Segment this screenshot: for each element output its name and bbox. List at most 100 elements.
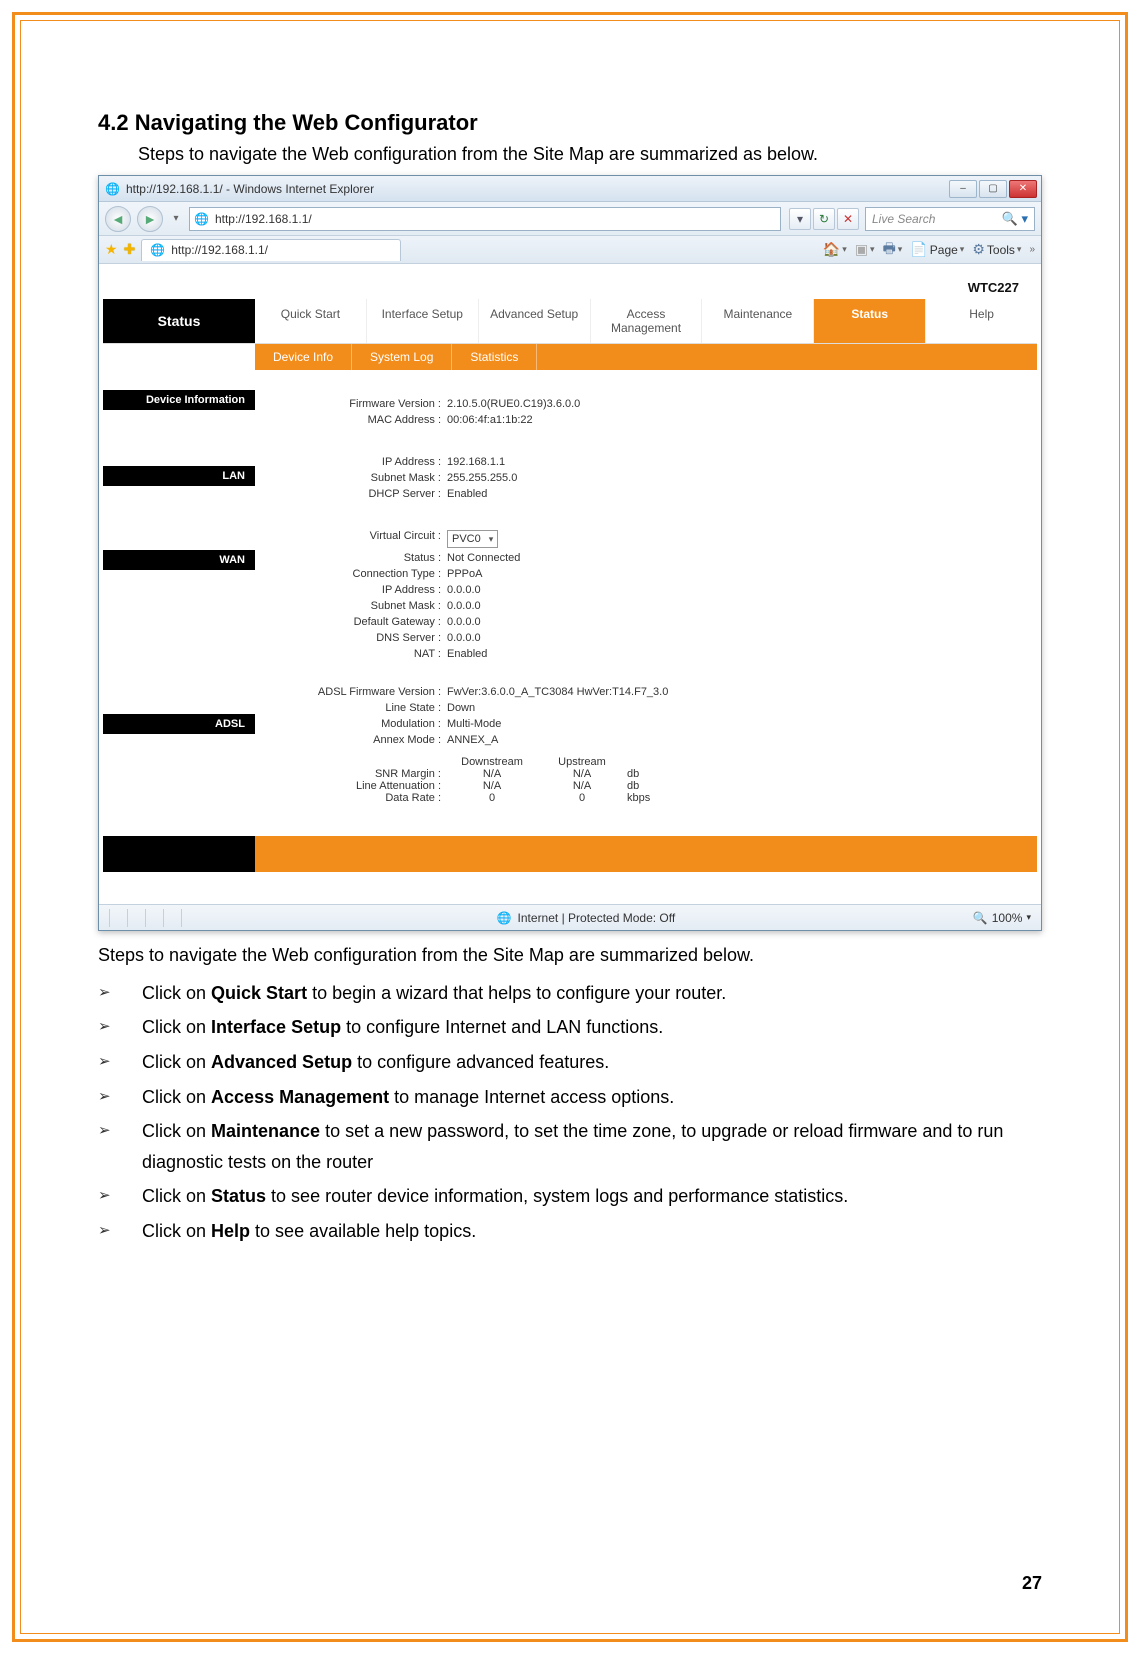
- tools-label: Tools: [987, 243, 1015, 257]
- toolbar-chevron-icon[interactable]: »: [1029, 244, 1035, 255]
- add-favorites-icon[interactable]: ✚: [124, 241, 136, 258]
- block-device-info: Firmware Version :2.10.5.0(RUE0.C19)3.6.…: [255, 396, 1027, 428]
- value-firmware-version: 2.10.5.0(RUE0.C19)3.6.0.0: [447, 398, 1027, 410]
- tab-status[interactable]: Status: [814, 299, 926, 343]
- address-dropdown-button[interactable]: ▾: [789, 208, 811, 230]
- unit-rate: kbps: [627, 792, 677, 804]
- block-adsl: ADSL Firmware Version :FwVer:3.6.0.0_A_T…: [255, 684, 1027, 804]
- value-modulation: Multi-Mode: [447, 718, 1027, 730]
- address-bar[interactable]: 🌐: [189, 207, 781, 231]
- label-default-gateway: Default Gateway :: [255, 616, 447, 628]
- label-modulation: Modulation :: [255, 718, 447, 730]
- label-snr-margin: SNR Margin :: [255, 768, 447, 780]
- address-input[interactable]: [215, 212, 776, 226]
- step-text: Click on Access Management to manage Int…: [142, 1082, 1042, 1113]
- info-column: Firmware Version :2.10.5.0(RUE0.C19)3.6.…: [255, 370, 1037, 824]
- internet-zone-icon: 🌐: [497, 911, 512, 925]
- block-wan: Virtual Circuit : PVC0 ▾ Status :Not Con…: [255, 528, 1027, 662]
- feeds-button[interactable]: ▣▾: [855, 241, 875, 258]
- tools-menu[interactable]: ⚙Tools ▾: [972, 241, 1021, 258]
- subtab-device-info[interactable]: Device Info: [255, 344, 352, 370]
- step-text: Click on Help to see available help topi…: [142, 1216, 1042, 1247]
- chevron-down-icon: ▾: [489, 534, 494, 545]
- step-bold: Help: [211, 1221, 250, 1241]
- router-body: Device Information LAN WAN ADSL Firmware…: [103, 370, 1037, 824]
- value-lan-ip: 192.168.1.1: [447, 456, 1027, 468]
- search-box[interactable]: Live Search 🔍 ▾: [865, 207, 1035, 231]
- step-bold: Access Management: [211, 1087, 389, 1107]
- maximize-button[interactable]: ▢: [979, 180, 1007, 198]
- tab-help[interactable]: Help: [926, 299, 1037, 343]
- step-text: Click on Interface Setup to configure In…: [142, 1012, 1042, 1043]
- unit-atten: db: [627, 780, 677, 792]
- tab-interface-setup[interactable]: Interface Setup: [367, 299, 479, 343]
- print-icon: 🖶: [883, 238, 896, 262]
- subtab-statistics[interactable]: Statistics: [452, 344, 537, 370]
- bullet-icon: ➢: [98, 1082, 142, 1113]
- steps-list: ➢Click on Quick Start to begin a wizard …: [98, 978, 1042, 1247]
- value-mac-address: 00:06:4f:a1:1b:22: [447, 414, 1027, 426]
- step-item: ➢Click on Quick Start to begin a wizard …: [98, 978, 1042, 1009]
- bullet-icon: ➢: [98, 1181, 142, 1212]
- zoom-dropdown[interactable]: ▾: [1026, 912, 1031, 923]
- tab-quick-start[interactable]: Quick Start: [255, 299, 367, 343]
- stop-button[interactable]: ✕: [837, 208, 859, 230]
- step-bold: Status: [211, 1186, 266, 1206]
- value-default-gateway: 0.0.0.0: [447, 616, 1027, 628]
- label-line-state: Line State :: [255, 702, 447, 714]
- label-lan-subnet: Subnet Mask :: [255, 472, 447, 484]
- step-text: Click on Status to see router device inf…: [142, 1181, 1042, 1212]
- value-wan-ip: 0.0.0.0: [447, 584, 1027, 596]
- adsl-stats-table: Downstream Upstream SNR Margin : N/A N/A…: [255, 756, 1027, 804]
- gear-icon: ⚙: [972, 241, 985, 258]
- bullet-icon: ➢: [98, 1012, 142, 1043]
- step-bold: Interface Setup: [211, 1017, 341, 1037]
- search-icon[interactable]: 🔍 ▾: [1002, 211, 1028, 227]
- tab-access-management[interactable]: Access Management: [591, 299, 703, 343]
- label-virtual-circuit: Virtual Circuit :: [255, 530, 447, 548]
- close-button[interactable]: ✕: [1009, 180, 1037, 198]
- browser-tab[interactable]: 🌐 http://192.168.1.1/: [141, 239, 401, 261]
- tab-maintenance[interactable]: Maintenance: [702, 299, 814, 343]
- val-snr-up: N/A: [537, 768, 627, 780]
- val-atten-down: N/A: [447, 780, 537, 792]
- section-device-info: Device Information: [103, 390, 255, 410]
- tab-advanced-setup[interactable]: Advanced Setup: [479, 299, 591, 343]
- bullet-icon: ➢: [98, 1047, 142, 1078]
- bullet-icon: ➢: [98, 978, 142, 1009]
- print-button[interactable]: 🖶▾: [883, 238, 903, 262]
- unit-snr: db: [627, 768, 677, 780]
- ie-tab-row: ★ ✚ 🌐 http://192.168.1.1/ 🏠▾ ▣▾ 🖶▾ 📄Page…: [99, 236, 1041, 264]
- page-menu[interactable]: 📄Page ▾: [910, 241, 964, 258]
- favorites-star-icon[interactable]: ★: [105, 241, 118, 258]
- ie-logo-icon: 🌐: [105, 182, 120, 196]
- forward-button[interactable]: ►: [137, 206, 163, 232]
- label-nat: NAT :: [255, 648, 447, 660]
- subtab-system-log[interactable]: System Log: [352, 344, 452, 370]
- ie-status-bar: 🌐 Internet | Protected Mode: Off 🔍 100% …: [99, 904, 1041, 930]
- section-title: 4.2 Navigating the Web Configurator: [98, 110, 1042, 136]
- label-wan-status: Status :: [255, 552, 447, 564]
- back-button[interactable]: ◄: [105, 206, 131, 232]
- ie-nav-row: ◄ ► ▾ 🌐 ▾ ↻ ✕ Live Search 🔍 ▾: [99, 202, 1041, 236]
- label-line-atten: Line Attenuation :: [255, 780, 447, 792]
- ie-window: 🌐 http://192.168.1.1/ - Windows Internet…: [98, 175, 1042, 931]
- value-dns-server: 0.0.0.0: [447, 632, 1027, 644]
- rss-icon: ▣: [855, 241, 868, 258]
- step-bold: Quick Start: [211, 983, 307, 1003]
- refresh-button[interactable]: ↻: [813, 208, 835, 230]
- search-placeholder: Live Search: [872, 212, 935, 226]
- minimize-button[interactable]: –: [949, 180, 977, 198]
- nav-history-dropdown[interactable]: ▾: [169, 209, 183, 229]
- zoom-icon[interactable]: 🔍: [973, 911, 988, 925]
- intro-text: Steps to navigate the Web configuration …: [138, 144, 1042, 165]
- section-adsl: ADSL: [103, 714, 255, 734]
- virtual-circuit-select[interactable]: PVC0 ▾: [447, 530, 498, 548]
- col-downstream: Downstream: [447, 756, 537, 768]
- sub-tabs: Device Info System Log Statistics: [103, 344, 1037, 370]
- label-wan-ip: IP Address :: [255, 584, 447, 596]
- label-lan-ip: IP Address :: [255, 456, 447, 468]
- virtual-circuit-value: PVC0: [452, 533, 481, 545]
- val-atten-up: N/A: [537, 780, 627, 792]
- home-button[interactable]: 🏠▾: [823, 241, 847, 258]
